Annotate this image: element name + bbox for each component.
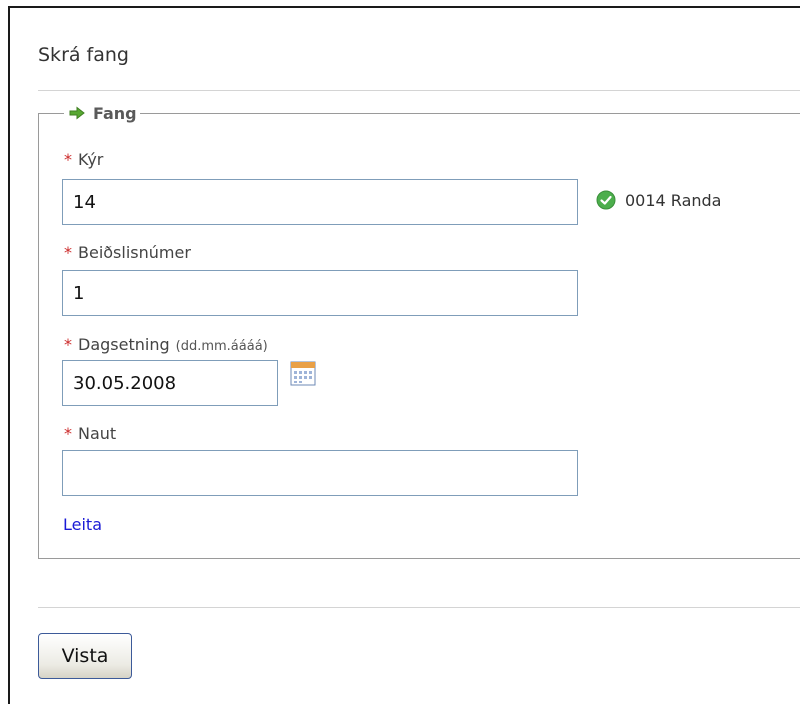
date-format-hint: (dd.mm.áááá)	[175, 339, 268, 354]
required-marker: *	[64, 243, 72, 262]
request-number-input[interactable]	[62, 270, 578, 316]
required-marker: *	[64, 150, 72, 169]
bull-field-label: * Naut	[64, 424, 116, 443]
legend-label: Fang	[93, 103, 137, 123]
required-marker: *	[64, 335, 72, 354]
cow-input[interactable]	[62, 179, 578, 225]
cow-status: 0014 Randa	[596, 190, 721, 210]
calendar-icon[interactable]	[290, 360, 316, 386]
bull-input[interactable]	[62, 450, 578, 496]
required-marker: *	[64, 424, 72, 443]
title-divider	[38, 90, 800, 91]
date-input[interactable]	[62, 360, 278, 406]
search-link[interactable]: Leita	[63, 515, 102, 534]
date-field-label: * Dagsetning (dd.mm.áááá)	[64, 335, 268, 354]
cow-status-text: 0014 Randa	[625, 190, 722, 210]
request-number-label: Beiðslisnúmer	[78, 243, 191, 262]
date-label: Dagsetning	[78, 335, 170, 354]
cow-label: Kýr	[78, 150, 104, 169]
request-number-field-label: * Beiðslisnúmer	[64, 243, 191, 262]
actions-divider	[38, 607, 800, 608]
fieldset-legend: Fang	[64, 102, 140, 124]
save-button[interactable]: Vista	[38, 633, 132, 679]
cow-field-label: * Kýr	[64, 150, 103, 169]
arrow-right-icon	[69, 106, 85, 120]
check-circle-icon	[596, 190, 616, 210]
page-title: Skrá fang	[38, 44, 129, 66]
bull-label: Naut	[78, 424, 117, 443]
